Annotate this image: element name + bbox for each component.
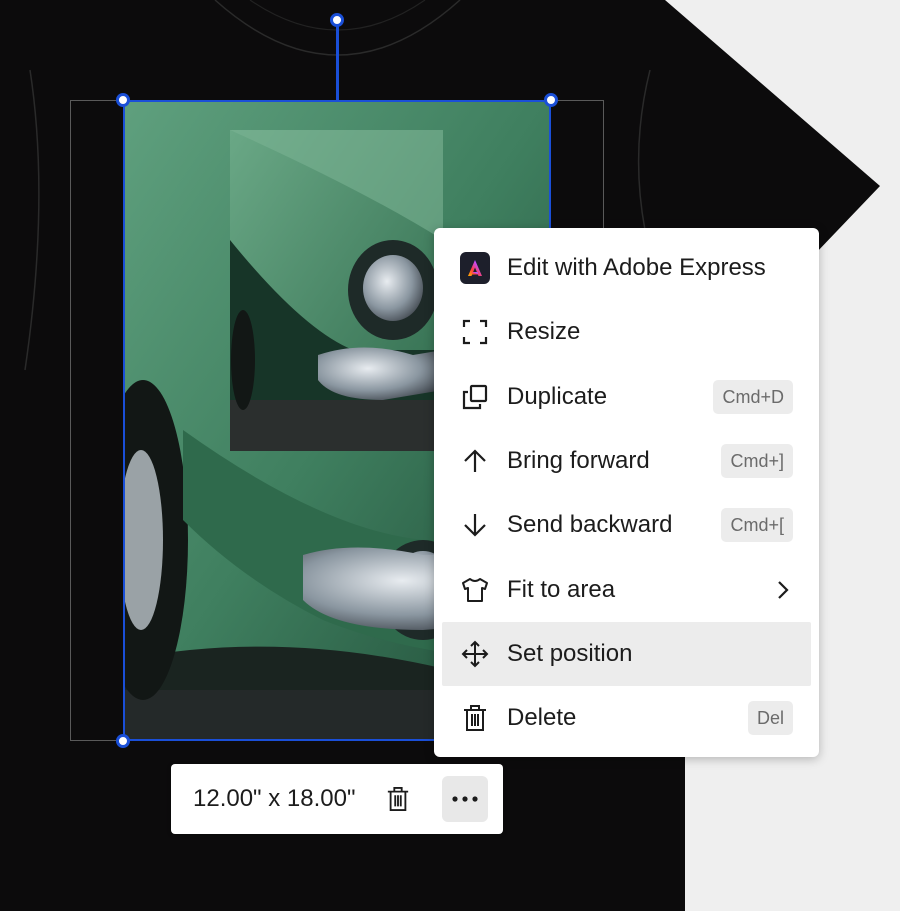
shortcut-badge: Cmd+D [713,380,793,414]
arrow-up-icon [460,446,490,476]
menu-item-set-position[interactable]: Set position [442,622,811,686]
chevron-right-icon [773,580,793,600]
trash-icon [460,703,490,733]
more-horizontal-icon [451,795,479,803]
rotate-handle-line [336,20,339,101]
more-options-button[interactable] [442,776,488,822]
menu-item-fit-to-area[interactable]: Fit to area [442,557,811,621]
rotate-handle[interactable] [330,13,344,27]
selection-toolbar: 12.00" x 18.00" [171,764,503,834]
resize-handle-top-right[interactable] [544,93,558,107]
duplicate-icon [460,382,490,412]
menu-item-label: Fit to area [507,576,773,604]
resize-icon [460,317,490,347]
tshirt-icon [460,575,490,605]
dimensions-label: 12.00" x 18.00" [193,785,356,813]
menu-item-edit-with-adobe-express[interactable]: Edit with Adobe Express [442,236,811,300]
trash-icon [386,786,410,812]
context-menu: Edit with Adobe Express Resize Duplicate… [434,228,819,757]
menu-item-label: Bring forward [507,447,721,475]
menu-item-send-backward[interactable]: Send backward Cmd+[ [442,493,811,557]
menu-item-label: Edit with Adobe Express [507,254,793,282]
menu-item-resize[interactable]: Resize [442,300,811,364]
menu-item-label: Set position [507,640,793,668]
resize-handle-top-left[interactable] [116,93,130,107]
arrow-down-icon [460,510,490,540]
design-canvas: Edit with Adobe Express Resize Duplicate… [0,0,900,911]
adobe-express-icon [460,253,490,283]
menu-item-label: Resize [507,318,793,346]
delete-button[interactable] [378,779,418,819]
move-icon [460,639,490,669]
resize-handle-bottom-left[interactable] [116,734,130,748]
menu-item-duplicate[interactable]: Duplicate Cmd+D [442,365,811,429]
menu-item-bring-forward[interactable]: Bring forward Cmd+] [442,429,811,493]
menu-item-label: Delete [507,704,748,732]
menu-item-label: Duplicate [507,383,713,411]
shortcut-badge: Cmd+[ [721,508,793,542]
shortcut-badge: Cmd+] [721,444,793,478]
menu-item-label: Send backward [507,511,721,539]
menu-item-delete[interactable]: Delete Del [442,686,811,750]
shortcut-badge: Del [748,701,793,735]
